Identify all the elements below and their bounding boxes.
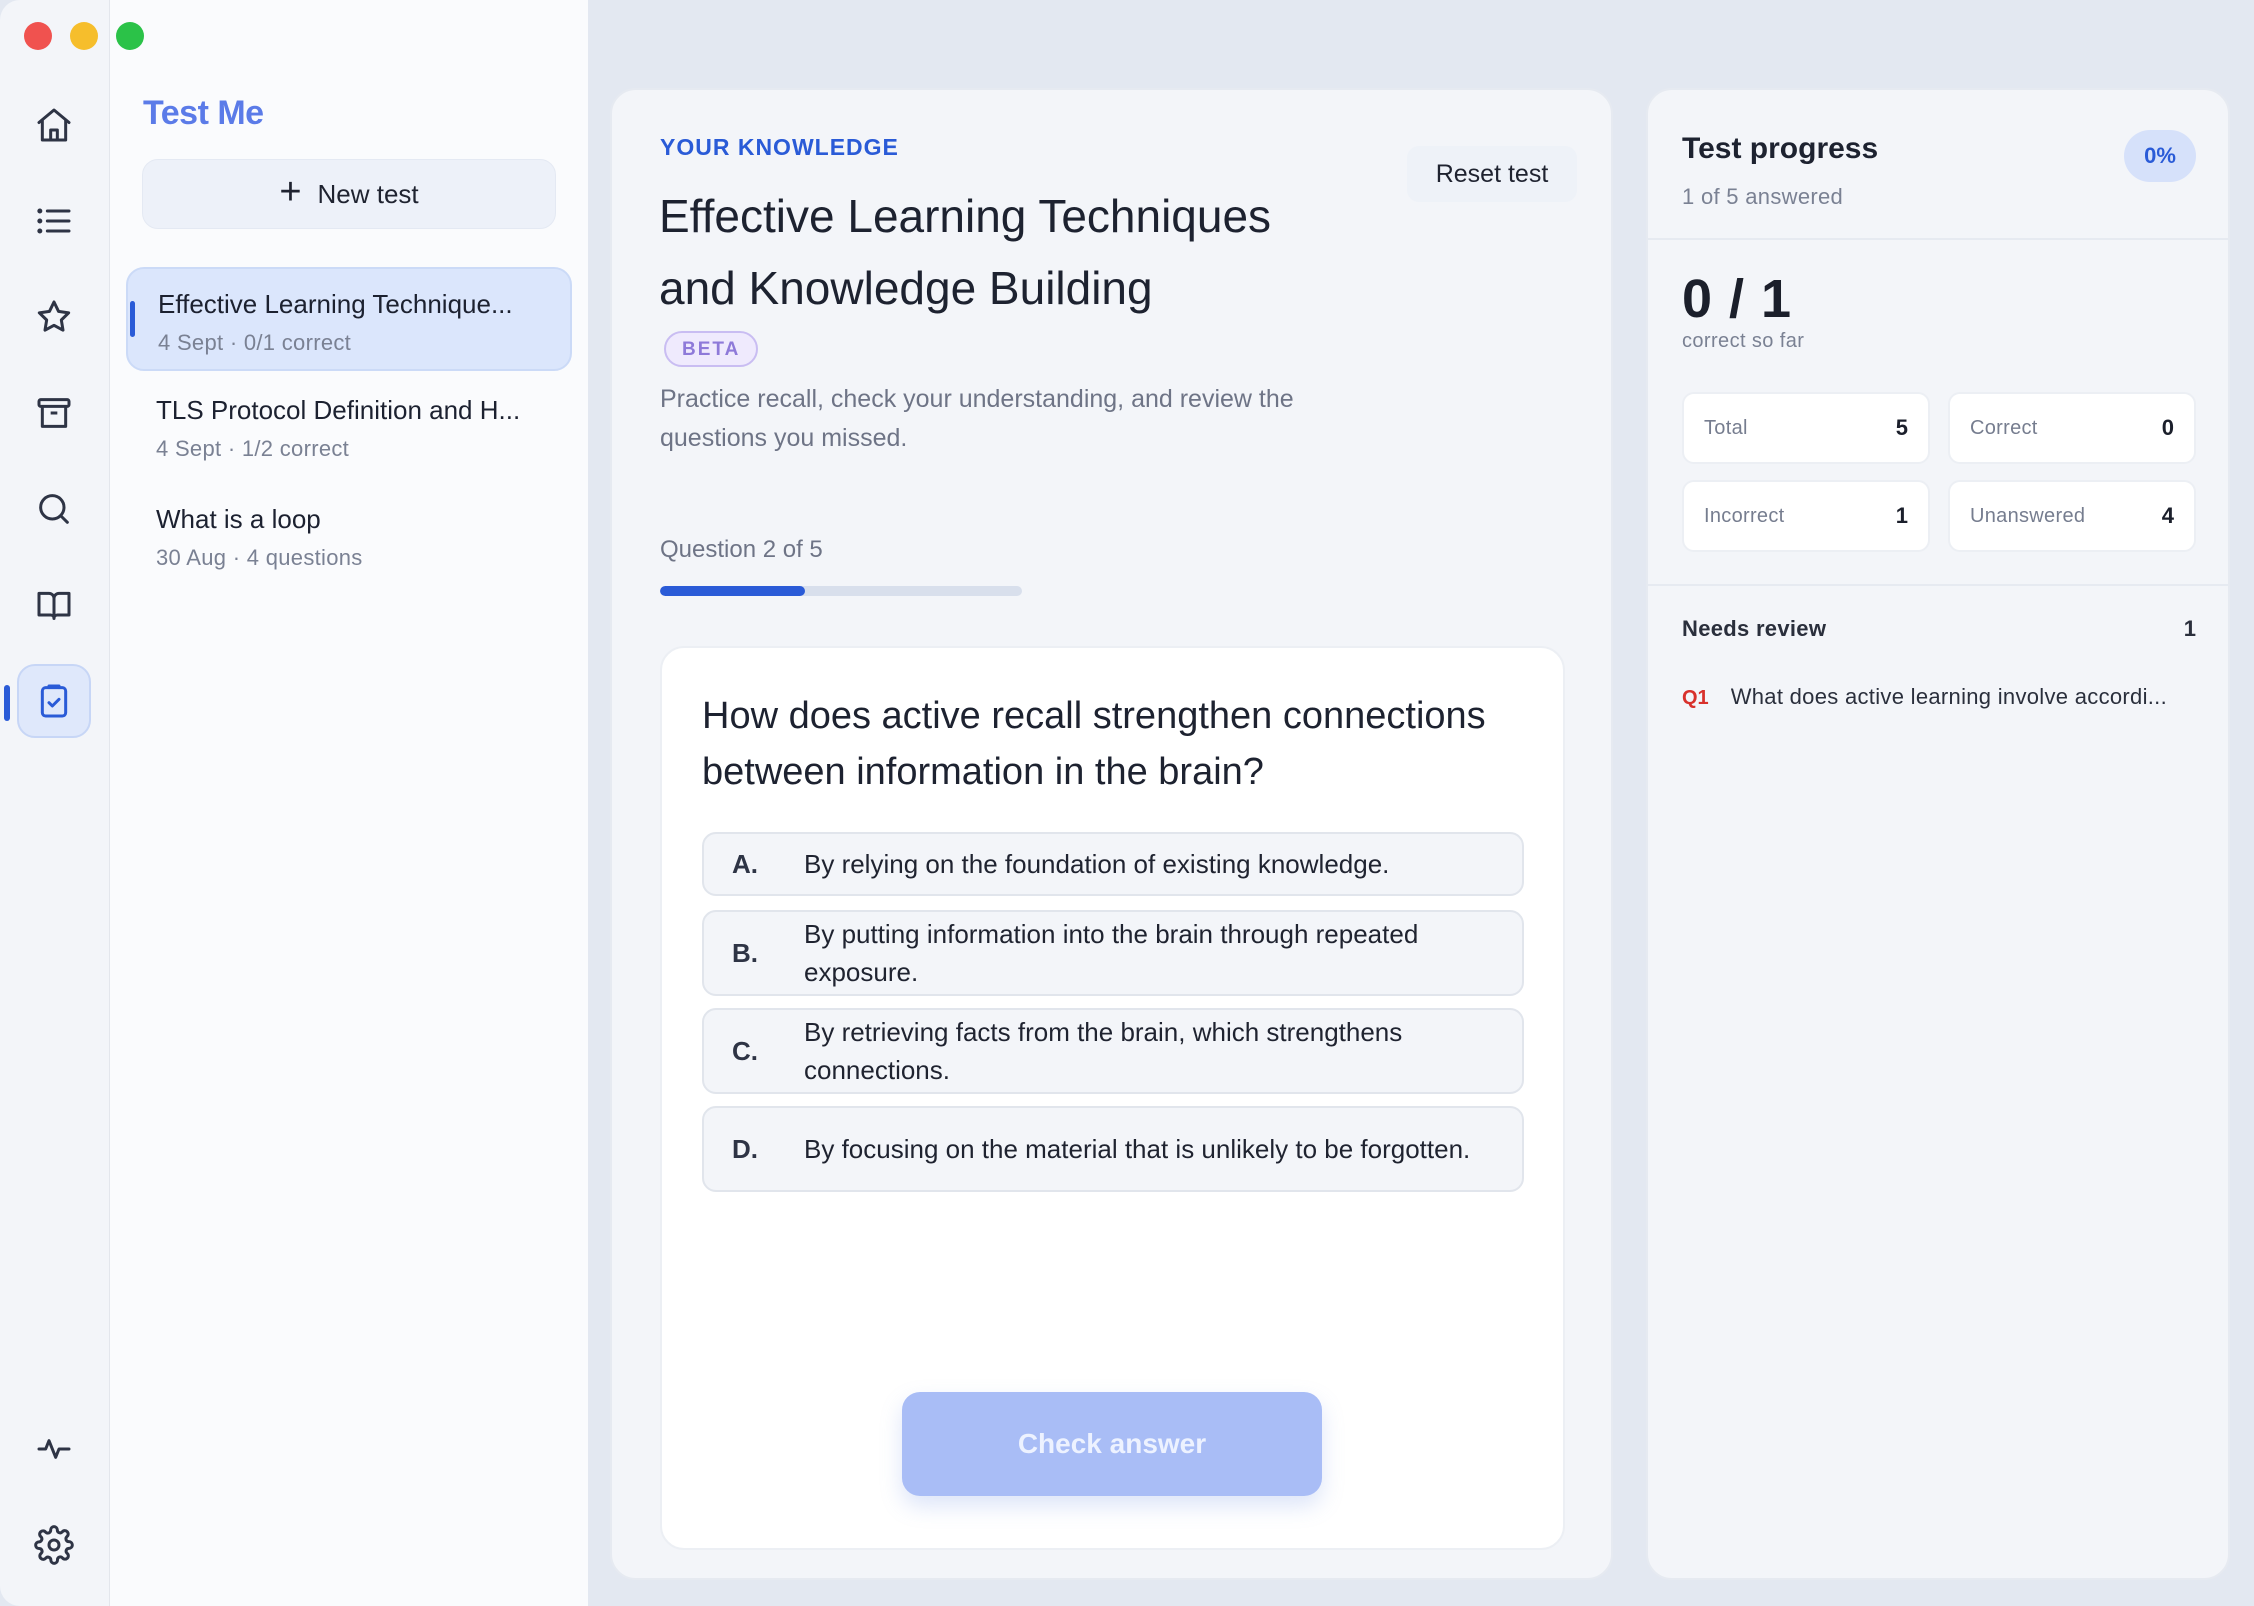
window-controls bbox=[24, 22, 144, 50]
answer-option-d[interactable]: D. By focusing on the material that is u… bbox=[702, 1106, 1524, 1192]
question-card: How does active recall strengthen connec… bbox=[660, 646, 1565, 1550]
stat-total: Total 5 bbox=[1682, 392, 1930, 464]
question-progress-bar bbox=[660, 586, 1022, 596]
score-value: 0 / 1 bbox=[1682, 269, 1793, 329]
option-letter: B. bbox=[732, 937, 758, 968]
answer-option-a[interactable]: A. By relying on the foundation of exist… bbox=[702, 832, 1524, 896]
archive-icon[interactable] bbox=[17, 376, 91, 450]
list-icon[interactable] bbox=[17, 184, 91, 258]
stat-label: Correct bbox=[1970, 416, 2038, 439]
check-answer-button[interactable]: Check answer bbox=[902, 1392, 1322, 1496]
needs-review-count: 1 bbox=[2183, 616, 2196, 641]
answer-option-b[interactable]: B. By putting information into the brain… bbox=[702, 910, 1524, 996]
test-title: What is a loop bbox=[156, 504, 321, 534]
divider bbox=[1648, 584, 2228, 586]
stat-unanswered: Unanswered 4 bbox=[1948, 480, 2196, 552]
needs-review-heading: Needs review bbox=[1682, 616, 1827, 641]
star-icon[interactable] bbox=[17, 280, 91, 354]
tests-sidebar: Test Me + New test Effective Learning Te… bbox=[110, 0, 588, 1606]
review-question-text: What does active learning involve accord… bbox=[1730, 684, 2167, 709]
quiz-card: YOUR KNOWLEDGE Reset test Effective Lear… bbox=[610, 88, 1613, 1580]
stat-value: 4 bbox=[2161, 503, 2174, 528]
option-text: By retrieving facts from the brain, whic… bbox=[804, 1017, 1403, 1085]
test-list-item[interactable]: Effective Learning Technique... 4 Sept ·… bbox=[126, 267, 572, 371]
option-letter: D. bbox=[732, 1133, 758, 1164]
test-progress-panel: Test progress 1 of 5 answered 0% 0 / 1 c… bbox=[1646, 88, 2230, 1580]
book-icon[interactable] bbox=[17, 568, 91, 642]
option-text: By focusing on the material that is unli… bbox=[804, 1134, 1471, 1164]
option-letter: A. bbox=[732, 848, 758, 879]
answer-option-c[interactable]: C. By retrieving facts from the brain, w… bbox=[702, 1008, 1524, 1094]
question-progress-fill bbox=[660, 586, 805, 596]
score-caption: correct so far bbox=[1682, 330, 1805, 352]
question-counter: Question 2 of 5 bbox=[660, 536, 823, 563]
search-icon[interactable] bbox=[17, 472, 91, 546]
reset-test-button[interactable]: Reset test bbox=[1407, 146, 1577, 202]
option-text: By putting information into the brain th… bbox=[804, 919, 1419, 987]
percent-badge: 0% bbox=[2124, 130, 2196, 182]
stat-correct: Correct 0 bbox=[1948, 392, 2196, 464]
beta-badge: BETA bbox=[664, 331, 759, 367]
test-list-item[interactable]: What is a loop 30 Aug · 4 questions bbox=[126, 484, 572, 588]
stat-value: 1 bbox=[1895, 503, 1908, 528]
new-test-label: New test bbox=[317, 178, 419, 209]
review-list-item[interactable]: Q1 What does active learning involve acc… bbox=[1682, 684, 2202, 710]
stat-label: Unanswered bbox=[1970, 504, 2086, 527]
page-title: Effective Learning Techniques and Knowle… bbox=[659, 190, 1272, 314]
stat-label: Incorrect bbox=[1704, 504, 1785, 527]
test-meta: 4 Sept · 1/2 correct bbox=[156, 436, 350, 461]
section-eyebrow: YOUR KNOWLEDGE bbox=[660, 134, 899, 160]
option-text: By relying on the foundation of existing… bbox=[804, 849, 1390, 879]
page-description: Practice recall, check your understandin… bbox=[660, 385, 1294, 452]
test-title: TLS Protocol Definition and H... bbox=[156, 395, 521, 425]
clipboard-check-icon[interactable] bbox=[17, 664, 91, 738]
active-item-indicator bbox=[130, 301, 135, 337]
close-window-button[interactable] bbox=[24, 22, 52, 50]
plus-icon: + bbox=[279, 171, 302, 213]
maximize-window-button[interactable] bbox=[116, 22, 144, 50]
gear-icon[interactable] bbox=[17, 1508, 91, 1582]
home-icon[interactable] bbox=[17, 88, 91, 162]
test-list-item[interactable]: TLS Protocol Definition and H... 4 Sept … bbox=[126, 375, 572, 479]
stat-value: 0 bbox=[2161, 415, 2174, 440]
new-test-button[interactable]: + New test bbox=[142, 159, 556, 229]
divider bbox=[1648, 238, 2228, 240]
app-title: Test Me bbox=[143, 94, 264, 132]
minimize-window-button[interactable] bbox=[70, 22, 98, 50]
test-meta: 30 Aug · 4 questions bbox=[156, 545, 363, 570]
app-window: Test Me + New test Effective Learning Te… bbox=[0, 0, 2254, 1606]
answered-count: 1 of 5 answered bbox=[1682, 184, 1844, 209]
review-question-id: Q1 bbox=[1682, 687, 1709, 709]
progress-title: Test progress bbox=[1682, 132, 1879, 165]
icon-rail bbox=[0, 0, 110, 1606]
question-text: How does active recall strengthen connec… bbox=[702, 695, 1486, 793]
stat-label: Total bbox=[1704, 416, 1748, 439]
rail-active-indicator bbox=[4, 685, 10, 721]
option-letter: C. bbox=[732, 1035, 758, 1066]
test-title: Effective Learning Technique... bbox=[158, 289, 513, 319]
stat-value: 5 bbox=[1895, 415, 1908, 440]
activity-icon[interactable] bbox=[17, 1412, 91, 1486]
stat-incorrect: Incorrect 1 bbox=[1682, 480, 1930, 552]
test-meta: 4 Sept · 0/1 correct bbox=[158, 330, 352, 355]
